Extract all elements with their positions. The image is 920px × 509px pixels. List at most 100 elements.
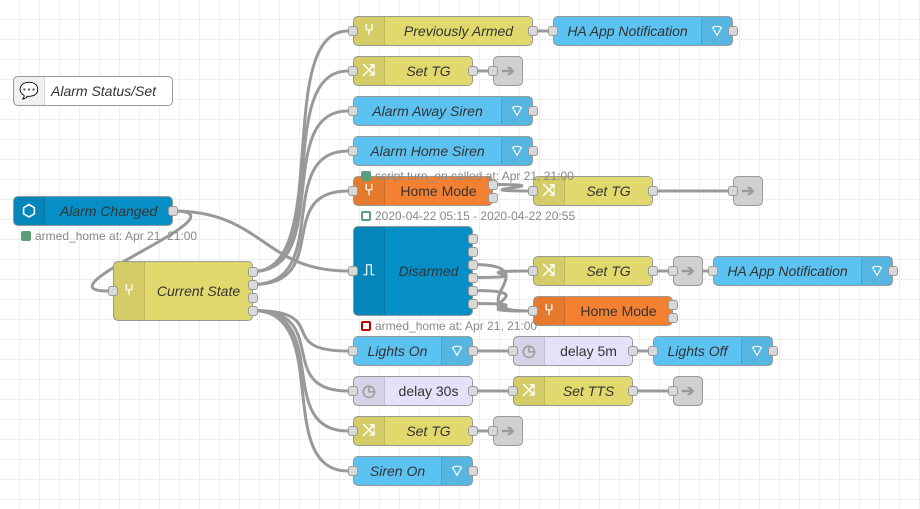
wire[interactable] — [492, 183, 529, 193]
trigger-icon: ⎍ — [354, 227, 385, 315]
output-port[interactable] — [468, 66, 478, 76]
node-siren-on[interactable]: Siren On ⌔ — [353, 456, 473, 486]
output-port[interactable] — [248, 266, 258, 277]
change-icon: ⤨ — [354, 417, 385, 445]
output-port[interactable] — [468, 386, 478, 396]
output-port[interactable] — [528, 146, 538, 156]
link-out-icon: ➔ — [494, 417, 522, 445]
output-port[interactable] — [628, 386, 638, 396]
output-port[interactable] — [668, 299, 678, 310]
node-disarmed[interactable]: ⎍ Disarmed — [353, 226, 473, 316]
input-port[interactable] — [548, 26, 558, 36]
comment-icon: 💬 — [14, 77, 45, 105]
status-dot-icon — [21, 231, 31, 241]
node-label: Alarm Status/Set — [51, 83, 157, 99]
timer-icon: ◷ — [354, 377, 385, 405]
input-port[interactable] — [668, 386, 678, 396]
wire[interactable] — [472, 302, 529, 313]
node-label: delay 5m — [560, 343, 617, 359]
output-port[interactable] — [468, 426, 478, 436]
input-port[interactable] — [348, 106, 358, 116]
node-previously-armed[interactable]: ⑂ Previously Armed — [353, 16, 533, 46]
node-label: Lights On — [367, 343, 428, 359]
input-port[interactable] — [488, 426, 498, 436]
status-text: armed_home at: Apr 21, 21:00 — [375, 319, 538, 333]
output-port[interactable] — [488, 192, 498, 203]
input-port[interactable] — [728, 186, 738, 196]
input-port[interactable] — [348, 266, 358, 276]
input-port[interactable] — [528, 306, 538, 316]
home-assistant-event-icon: ⬡ — [14, 197, 45, 225]
node-delay-30s[interactable]: ◷ delay 30s — [353, 376, 473, 406]
input-port[interactable] — [528, 186, 538, 196]
wire[interactable] — [472, 269, 529, 279]
node-set-tg-1[interactable]: ⤨ Set TG — [353, 56, 473, 86]
node-ha-app-notification-1[interactable]: HA App Notification ⌔ — [553, 16, 733, 46]
input-port[interactable] — [348, 466, 358, 476]
input-port[interactable] — [348, 146, 358, 156]
node-lights-off[interactable]: Lights Off ⌔ — [653, 336, 773, 366]
input-port[interactable] — [708, 266, 718, 276]
change-icon: ⤨ — [354, 57, 385, 85]
output-port[interactable] — [648, 186, 658, 196]
node-label: Lights Off — [667, 343, 728, 359]
node-status: armed_home at: Apr 21, 21:00 — [21, 229, 197, 243]
output-port[interactable] — [248, 292, 258, 303]
status-dot-icon — [361, 171, 371, 181]
input-port[interactable] — [488, 66, 498, 76]
output-port[interactable] — [468, 246, 478, 257]
output-port[interactable] — [668, 312, 678, 323]
link-out-icon: ➔ — [734, 177, 762, 205]
node-label: Alarm Away Siren — [372, 103, 483, 119]
node-lights-on[interactable]: Lights On ⌔ — [353, 336, 473, 366]
node-alarm-home-siren[interactable]: Alarm Home Siren ⌔ — [353, 136, 533, 166]
output-port[interactable] — [468, 259, 478, 270]
output-port[interactable] — [468, 298, 478, 309]
input-port[interactable] — [348, 426, 358, 436]
output-port[interactable] — [528, 106, 538, 116]
output-port[interactable] — [248, 279, 258, 290]
change-icon: ⤨ — [534, 257, 565, 285]
output-port[interactable] — [468, 272, 478, 283]
input-port[interactable] — [528, 266, 538, 276]
output-port[interactable] — [468, 466, 478, 476]
status-ring-icon — [361, 321, 371, 331]
output-port[interactable] — [468, 233, 478, 244]
node-ha-app-notification-2[interactable]: HA App Notification ⌔ — [713, 256, 893, 286]
node-home-mode-2[interactable]: ⑂ Home Mode — [533, 296, 673, 326]
output-port[interactable] — [528, 26, 538, 36]
input-port[interactable] — [348, 26, 358, 36]
node-current-state[interactable]: ⑂ Current State — [113, 261, 253, 321]
input-port[interactable] — [348, 66, 358, 76]
input-port[interactable] — [348, 386, 358, 396]
output-port[interactable] — [728, 26, 738, 36]
node-set-tg-4[interactable]: ⤨ Set TG — [353, 416, 473, 446]
output-port[interactable] — [628, 346, 638, 356]
output-port[interactable] — [768, 346, 778, 356]
input-port[interactable] — [508, 346, 518, 356]
output-port[interactable] — [248, 305, 258, 316]
output-port[interactable] — [468, 285, 478, 296]
output-port[interactable] — [648, 266, 658, 276]
input-port[interactable] — [668, 266, 678, 276]
node-set-tts[interactable]: ⤨ Set TTS — [513, 376, 633, 406]
node-alarm-away-siren[interactable]: Alarm Away Siren ⌔ — [353, 96, 533, 126]
input-port[interactable] — [648, 346, 658, 356]
input-port[interactable] — [508, 386, 518, 396]
node-comment[interactable]: 💬 Alarm Status/Set — [13, 76, 173, 106]
node-label: Alarm Home Siren — [370, 143, 485, 159]
node-label: Siren On — [369, 463, 426, 479]
node-label: Disarmed — [398, 263, 459, 279]
output-port[interactable] — [168, 206, 178, 216]
node-alarm-changed[interactable]: ⬡ Alarm Changed — [13, 196, 173, 226]
node-set-tg-3[interactable]: ⤨ Set TG — [533, 256, 653, 286]
input-port[interactable] — [348, 346, 358, 356]
output-port[interactable] — [468, 346, 478, 356]
input-port[interactable] — [108, 286, 118, 296]
node-delay-5m[interactable]: ◷ delay 5m — [513, 336, 633, 366]
input-port[interactable] — [348, 186, 358, 196]
switch-icon: ⑂ — [114, 262, 145, 320]
status-text: armed_home at: Apr 21, 21:00 — [35, 229, 198, 243]
status-text: script.turn_on called at: Apr 21, 21:00 — [375, 169, 574, 183]
output-port[interactable] — [888, 266, 898, 276]
